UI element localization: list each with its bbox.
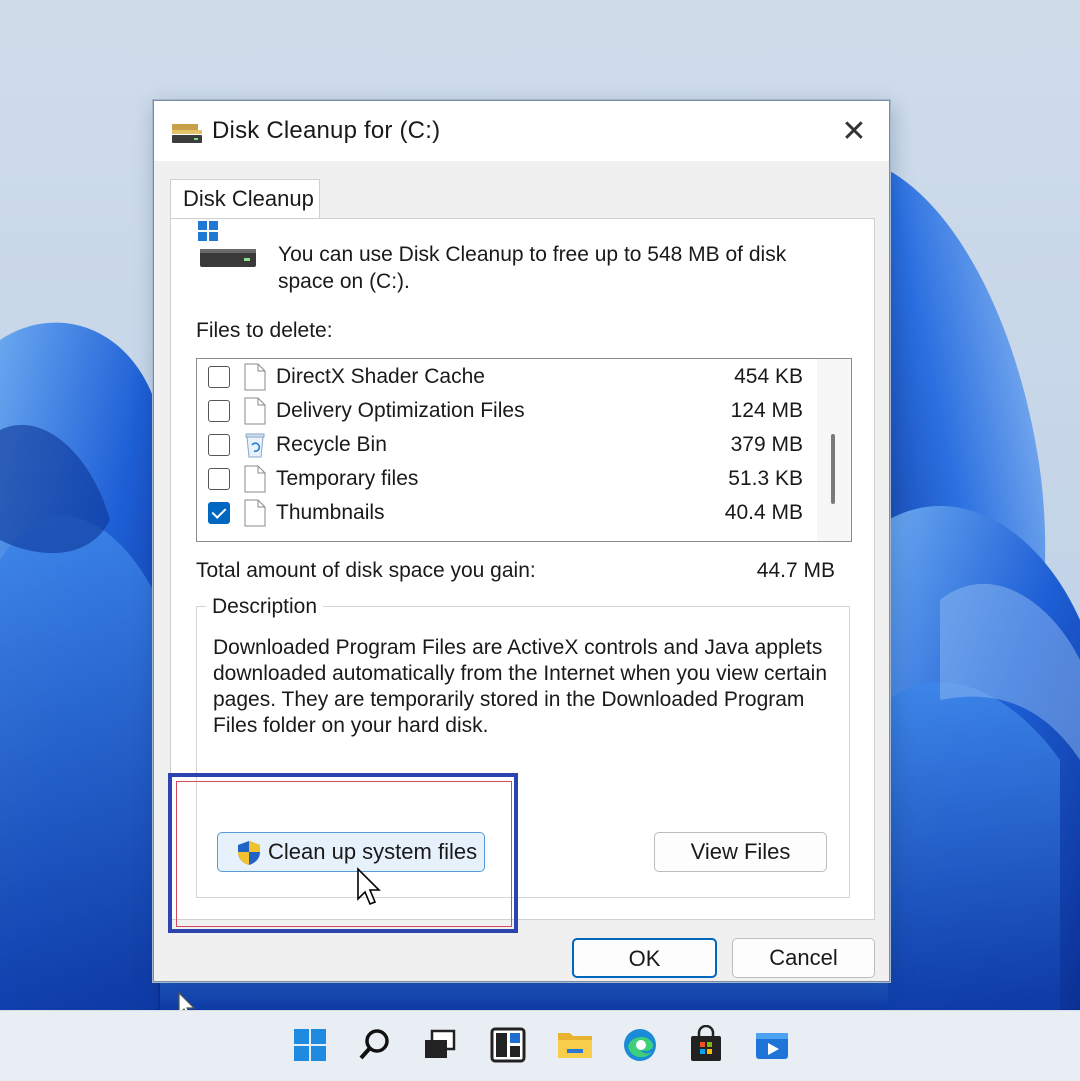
total-gain-value: 44.7 MB	[756, 559, 835, 582]
ok-button[interactable]: OK	[572, 938, 717, 978]
file-size: 454 KB	[734, 365, 803, 388]
file-name: Recycle Bin	[276, 433, 387, 456]
store-icon[interactable]	[686, 1025, 726, 1065]
file-name: DirectX Shader Cache	[276, 365, 485, 388]
checkbox-recycle-bin[interactable]	[208, 434, 230, 456]
description-text: Downloaded Program Files are ActiveX con…	[213, 636, 828, 737]
list-scrollbar[interactable]	[817, 359, 851, 541]
file-size: 40.4 MB	[724, 501, 803, 524]
highlight-inner-frame	[176, 781, 512, 927]
list-item[interactable]: Thumbnails 40.4 MB	[197, 497, 817, 530]
list-item[interactable]: Recycle Bin 379 MB	[197, 429, 817, 462]
edge-icon[interactable]	[620, 1025, 660, 1065]
file-size: 124 MB	[730, 399, 803, 422]
checkbox-delivery-optimization[interactable]	[208, 400, 230, 422]
file-name: Thumbnails	[276, 501, 385, 524]
disk-cleanup-app-icon	[172, 124, 202, 143]
total-gain-label: Total amount of disk space you gain:	[196, 559, 536, 582]
start-icon[interactable]	[290, 1025, 330, 1065]
tab-disk-cleanup[interactable]: Disk Cleanup	[170, 179, 320, 219]
list-item[interactable]: Temporary files 51.3 KB	[197, 463, 817, 496]
description-legend: Description	[206, 595, 324, 619]
file-icon	[244, 465, 266, 493]
close-button[interactable]: ✕	[834, 115, 874, 149]
taskbar	[0, 1010, 1080, 1081]
scrollbar-thumb[interactable]	[831, 434, 835, 504]
recycle-bin-icon	[245, 433, 265, 458]
media-player-icon[interactable]	[752, 1025, 792, 1065]
window-title: Disk Cleanup for (C:)	[212, 117, 441, 144]
drive-icon	[198, 221, 256, 267]
list-item[interactable]: Delivery Optimization Files 124 MB	[197, 395, 817, 428]
search-icon[interactable]	[355, 1025, 395, 1065]
list-item[interactable]: DirectX Shader Cache 454 KB	[197, 361, 817, 394]
checkbox-temporary-files[interactable]	[208, 468, 230, 490]
mouse-cursor-icon	[357, 867, 381, 906]
files-to-delete-list[interactable]: DirectX Shader Cache 454 KB Delivery Opt…	[196, 358, 852, 542]
cancel-button[interactable]: Cancel	[732, 938, 875, 978]
file-explorer-icon[interactable]	[555, 1025, 595, 1065]
view-files-button[interactable]: View Files	[654, 832, 827, 872]
file-name: Delivery Optimization Files	[276, 399, 525, 422]
file-icon	[244, 499, 266, 527]
file-size: 51.3 KB	[728, 467, 803, 490]
task-view-icon[interactable]	[420, 1025, 460, 1065]
checkbox-thumbnails[interactable]	[208, 502, 230, 524]
title-bar[interactable]: Disk Cleanup for (C:) ✕	[154, 101, 889, 161]
checkbox-directx-shader-cache[interactable]	[208, 366, 230, 388]
file-icon	[244, 363, 266, 391]
intro-text: You can use Disk Cleanup to free up to 5…	[278, 243, 787, 293]
file-size: 379 MB	[730, 433, 803, 456]
file-icon	[244, 397, 266, 425]
file-name: Temporary files	[276, 467, 419, 490]
widgets-icon[interactable]	[488, 1025, 528, 1065]
close-icon: ✕	[841, 115, 867, 148]
files-to-delete-label: Files to delete:	[196, 319, 333, 342]
